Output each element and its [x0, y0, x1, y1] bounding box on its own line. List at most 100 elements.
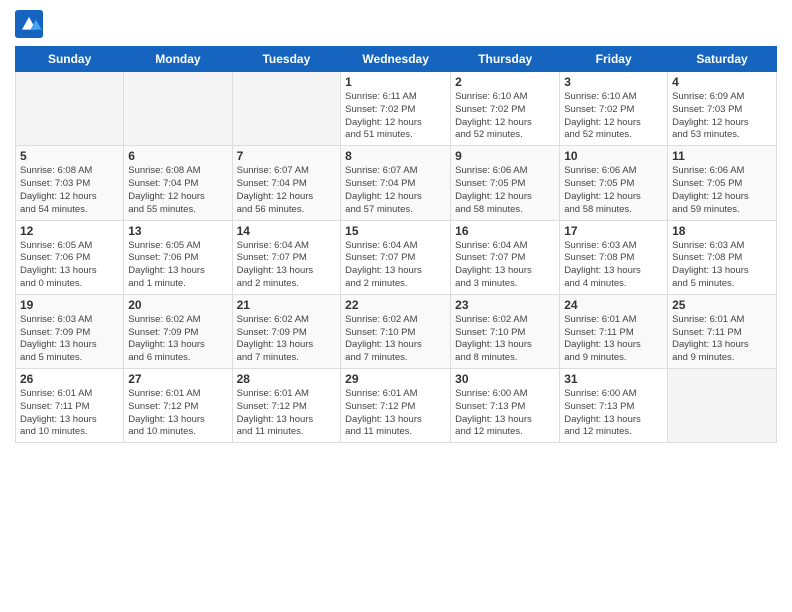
- calendar-cell: 5 Sunrise: 6:08 AM Sunset: 7:03 PM Daylig…: [16, 146, 124, 220]
- week-row-4: 19Sunrise: 6:03 AM Sunset: 7:09 PM Dayli…: [16, 294, 777, 368]
- calendar-cell: 19Sunrise: 6:03 AM Sunset: 7:09 PM Dayli…: [16, 294, 124, 368]
- day-number: 26: [20, 372, 119, 386]
- calendar-cell: 17 Sunrise: 6:03 AM Sunset: 7:08 PM Dayli…: [560, 220, 668, 294]
- day-info: Sunrise: 6:07 AM Sunset: 7:04 PM Dayligh…: [345, 165, 446, 216]
- day-info: Sunrise: 6:03 AM Sunset: 7:08 PM Dayligh…: [564, 240, 663, 291]
- day-number: 5: [20, 149, 119, 163]
- calendar-cell: 14Sunrise: 6:04 AM Sunset: 7:07 PM Dayli…: [232, 220, 341, 294]
- weekday-tuesday: Tuesday: [232, 47, 341, 72]
- calendar-cell: [124, 72, 232, 146]
- day-number: 2: [455, 75, 555, 89]
- day-info: Sunrise: 6:02 AM Sunset: 7:10 PM Dayligh…: [345, 314, 446, 365]
- day-number: 18: [672, 224, 772, 238]
- calendar-cell: 4 Sunrise: 6:09 AM Sunset: 7:03 PM Daylig…: [668, 72, 777, 146]
- day-number: 10: [564, 149, 663, 163]
- calendar-cell: 29 Sunrise: 6:01 AM Sunset: 7:12 PM Dayli…: [341, 369, 451, 443]
- calendar-cell: 2 Sunrise: 6:10 AM Sunset: 7:02 PM Daylig…: [451, 72, 560, 146]
- day-number: 19: [20, 298, 119, 312]
- day-info: Sunrise: 6:07 AM Sunset: 7:04 PM Dayligh…: [237, 165, 337, 216]
- weekday-sunday: Sunday: [16, 47, 124, 72]
- day-info: Sunrise: 6:01 AM Sunset: 7:11 PM Dayligh…: [564, 314, 663, 365]
- day-number: 7: [237, 149, 337, 163]
- day-number: 11: [672, 149, 772, 163]
- day-info: Sunrise: 6:02 AM Sunset: 7:09 PM Dayligh…: [237, 314, 337, 365]
- calendar-cell: 11 Sunrise: 6:06 AM Sunset: 7:05 PM Dayli…: [668, 146, 777, 220]
- calendar-cell: 25 Sunrise: 6:01 AM Sunset: 7:11 PM Dayli…: [668, 294, 777, 368]
- week-row-5: 26 Sunrise: 6:01 AM Sunset: 7:11 PM Dayli…: [16, 369, 777, 443]
- week-row-3: 12Sunrise: 6:05 AM Sunset: 7:06 PM Dayli…: [16, 220, 777, 294]
- day-info: Sunrise: 6:00 AM Sunset: 7:13 PM Dayligh…: [564, 388, 663, 439]
- weekday-saturday: Saturday: [668, 47, 777, 72]
- calendar-cell: 28 Sunrise: 6:01 AM Sunset: 7:12 PM Dayli…: [232, 369, 341, 443]
- week-row-1: 1 Sunrise: 6:11 AM Sunset: 7:02 PM Daylig…: [16, 72, 777, 146]
- calendar-cell: [668, 369, 777, 443]
- day-number: 17: [564, 224, 663, 238]
- day-info: Sunrise: 6:04 AM Sunset: 7:07 PM Dayligh…: [455, 240, 555, 291]
- calendar-cell: 31 Sunrise: 6:00 AM Sunset: 7:13 PM Dayli…: [560, 369, 668, 443]
- calendar-cell: 30 Sunrise: 6:00 AM Sunset: 7:13 PM Dayli…: [451, 369, 560, 443]
- calendar-cell: [16, 72, 124, 146]
- day-info: Sunrise: 6:02 AM Sunset: 7:10 PM Dayligh…: [455, 314, 555, 365]
- day-info: Sunrise: 6:08 AM Sunset: 7:04 PM Dayligh…: [128, 165, 227, 216]
- calendar-cell: 20 Sunrise: 6:02 AM Sunset: 7:09 PM Dayli…: [124, 294, 232, 368]
- weekday-friday: Friday: [560, 47, 668, 72]
- day-info: Sunrise: 6:01 AM Sunset: 7:12 PM Dayligh…: [345, 388, 446, 439]
- day-info: Sunrise: 6:10 AM Sunset: 7:02 PM Dayligh…: [455, 91, 555, 142]
- day-number: 4: [672, 75, 772, 89]
- calendar-cell: 12Sunrise: 6:05 AM Sunset: 7:06 PM Dayli…: [16, 220, 124, 294]
- day-number: 15: [345, 224, 446, 238]
- calendar-cell: 15Sunrise: 6:04 AM Sunset: 7:07 PM Dayli…: [341, 220, 451, 294]
- calendar-cell: 6 Sunrise: 6:08 AM Sunset: 7:04 PM Daylig…: [124, 146, 232, 220]
- weekday-header-row: SundayMondayTuesdayWednesdayThursdayFrid…: [16, 47, 777, 72]
- day-info: Sunrise: 6:08 AM Sunset: 7:03 PM Dayligh…: [20, 165, 119, 216]
- day-number: 6: [128, 149, 227, 163]
- day-number: 13: [128, 224, 227, 238]
- day-number: 28: [237, 372, 337, 386]
- calendar-cell: 1 Sunrise: 6:11 AM Sunset: 7:02 PM Daylig…: [341, 72, 451, 146]
- day-number: 3: [564, 75, 663, 89]
- day-number: 27: [128, 372, 227, 386]
- calendar-cell: 24Sunrise: 6:01 AM Sunset: 7:11 PM Dayli…: [560, 294, 668, 368]
- day-info: Sunrise: 6:09 AM Sunset: 7:03 PM Dayligh…: [672, 91, 772, 142]
- calendar-cell: 18 Sunrise: 6:03 AM Sunset: 7:08 PM Dayli…: [668, 220, 777, 294]
- day-number: 23: [455, 298, 555, 312]
- calendar-cell: 10 Sunrise: 6:06 AM Sunset: 7:05 PM Dayli…: [560, 146, 668, 220]
- day-info: Sunrise: 6:01 AM Sunset: 7:12 PM Dayligh…: [237, 388, 337, 439]
- day-info: Sunrise: 6:02 AM Sunset: 7:09 PM Dayligh…: [128, 314, 227, 365]
- calendar-cell: 7 Sunrise: 6:07 AM Sunset: 7:04 PM Daylig…: [232, 146, 341, 220]
- logo-icon: [15, 10, 43, 38]
- day-number: 16: [455, 224, 555, 238]
- day-info: Sunrise: 6:00 AM Sunset: 7:13 PM Dayligh…: [455, 388, 555, 439]
- week-row-2: 5 Sunrise: 6:08 AM Sunset: 7:03 PM Daylig…: [16, 146, 777, 220]
- logo: [15, 10, 47, 38]
- calendar-cell: 8Sunrise: 6:07 AM Sunset: 7:04 PM Daylig…: [341, 146, 451, 220]
- calendar-cell: 9Sunrise: 6:06 AM Sunset: 7:05 PM Daylig…: [451, 146, 560, 220]
- day-number: 14: [237, 224, 337, 238]
- weekday-monday: Monday: [124, 47, 232, 72]
- day-number: 9: [455, 149, 555, 163]
- weekday-thursday: Thursday: [451, 47, 560, 72]
- calendar-cell: 23 Sunrise: 6:02 AM Sunset: 7:10 PM Dayli…: [451, 294, 560, 368]
- calendar-cell: 26 Sunrise: 6:01 AM Sunset: 7:11 PM Dayli…: [16, 369, 124, 443]
- calendar-cell: 21Sunrise: 6:02 AM Sunset: 7:09 PM Dayli…: [232, 294, 341, 368]
- calendar-cell: 22Sunrise: 6:02 AM Sunset: 7:10 PM Dayli…: [341, 294, 451, 368]
- day-info: Sunrise: 6:03 AM Sunset: 7:08 PM Dayligh…: [672, 240, 772, 291]
- day-info: Sunrise: 6:01 AM Sunset: 7:11 PM Dayligh…: [672, 314, 772, 365]
- header: [15, 10, 777, 38]
- day-number: 1: [345, 75, 446, 89]
- calendar-cell: 13 Sunrise: 6:05 AM Sunset: 7:06 PM Dayli…: [124, 220, 232, 294]
- day-number: 29: [345, 372, 446, 386]
- day-info: Sunrise: 6:01 AM Sunset: 7:11 PM Dayligh…: [20, 388, 119, 439]
- calendar-cell: 27 Sunrise: 6:01 AM Sunset: 7:12 PM Dayli…: [124, 369, 232, 443]
- day-info: Sunrise: 6:06 AM Sunset: 7:05 PM Dayligh…: [672, 165, 772, 216]
- day-number: 30: [455, 372, 555, 386]
- day-info: Sunrise: 6:11 AM Sunset: 7:02 PM Dayligh…: [345, 91, 446, 142]
- day-number: 31: [564, 372, 663, 386]
- main-container: SundayMondayTuesdayWednesdayThursdayFrid…: [0, 0, 792, 453]
- day-info: Sunrise: 6:01 AM Sunset: 7:12 PM Dayligh…: [128, 388, 227, 439]
- day-number: 25: [672, 298, 772, 312]
- day-info: Sunrise: 6:05 AM Sunset: 7:06 PM Dayligh…: [128, 240, 227, 291]
- day-number: 20: [128, 298, 227, 312]
- calendar-cell: [232, 72, 341, 146]
- day-info: Sunrise: 6:06 AM Sunset: 7:05 PM Dayligh…: [564, 165, 663, 216]
